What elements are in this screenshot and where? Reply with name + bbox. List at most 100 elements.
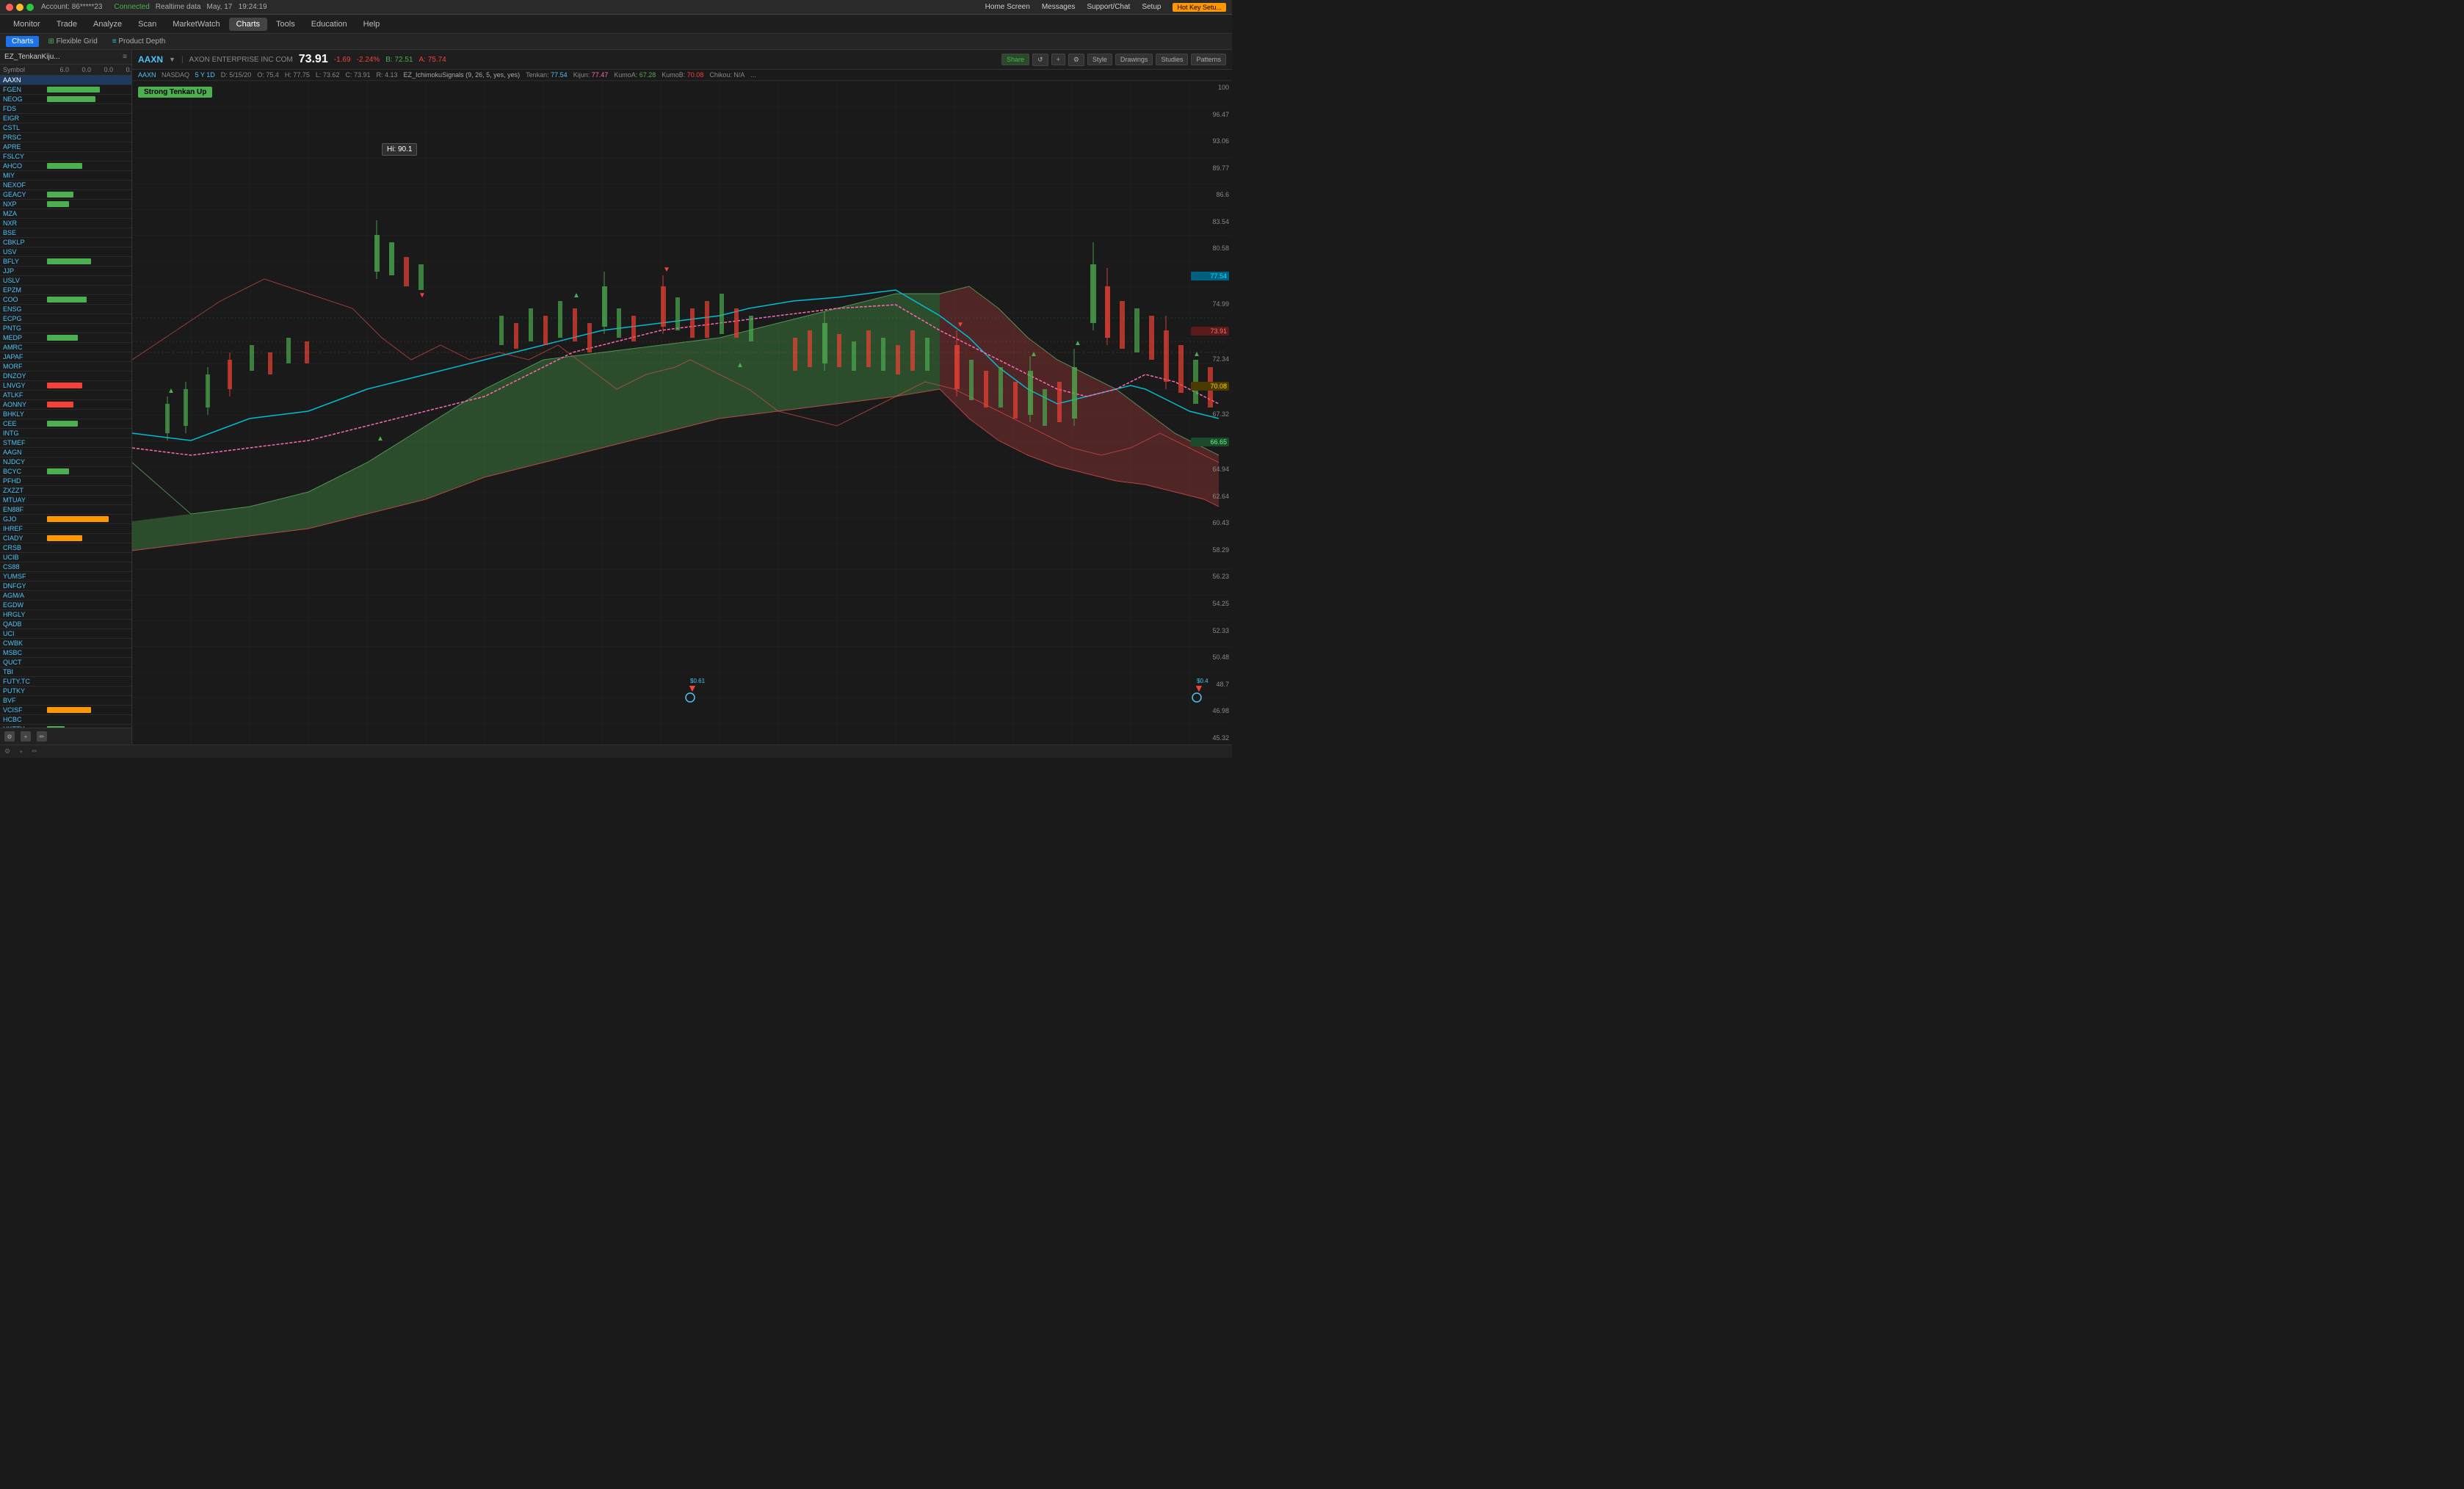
watchlist-row[interactable]: CSTL [0,123,131,133]
watchlist-row[interactable]: AAXN [0,76,131,85]
watchlist-row[interactable]: UCIB [0,553,131,562]
watchlist-row[interactable]: PNTG [0,324,131,333]
watchlist-row[interactable]: AGM/A [0,591,131,601]
watchlist-row[interactable]: MIY [0,171,131,181]
watchlist-row[interactable]: BSE [0,228,131,238]
watchlist-row[interactable]: DNFGY [0,582,131,591]
maximize-window-button[interactable] [26,4,34,11]
menu-item-marketwatch[interactable]: MarketWatch [165,18,227,31]
setup-link[interactable]: Setup [1142,3,1161,12]
watchlist-row[interactable]: CEE [0,419,131,429]
chart-exchange-dropdown[interactable]: ▼ [169,56,175,63]
messages-link[interactable]: Messages [1042,3,1076,12]
home-screen-link[interactable]: Home Screen [985,3,1030,12]
watchlist-row[interactable]: EN88F [0,505,131,515]
watchlist-row[interactable]: NJDCY [0,457,131,467]
watchlist-row[interactable]: NEXOF [0,181,131,190]
watchlist-row[interactable]: ZXZZT [0,486,131,496]
watchlist-row[interactable]: ECPG [0,314,131,324]
sub-menu-item-flexible-grid[interactable]: ⊞ Flexible Grid [42,36,103,47]
watchlist-row[interactable]: PUTKY [0,686,131,696]
watchlist-row[interactable]: NXP [0,200,131,209]
watchlist-row[interactable]: PFHD [0,477,131,486]
watchlist-row[interactable]: TBI [0,667,131,677]
watchlist-row[interactable]: BVF [0,696,131,706]
menu-item-analyze[interactable]: Analyze [86,18,129,31]
watchlist-row[interactable]: BFLY [0,257,131,267]
watchlist-menu-icon[interactable]: ≡ [123,53,127,61]
menu-item-charts[interactable]: Charts [229,18,267,31]
watchlist-row[interactable]: MZA [0,209,131,219]
watchlist-row[interactable]: CS88 [0,562,131,572]
sub-menu-item-charts[interactable]: Charts [6,36,39,47]
watchlist-row[interactable]: FDS [0,104,131,114]
watchlist-row[interactable]: QUCT [0,658,131,667]
watchlist-row[interactable]: BCYC [0,467,131,477]
chart-canvas-wrapper[interactable]: Strong Tenkan Up Hi: 90.1 [132,81,1232,744]
watchlist-row[interactable]: MEDP [0,333,131,343]
watchlist-row[interactable]: CIADY [0,534,131,543]
watchlist-row[interactable]: AMRC [0,343,131,352]
watchlist-row[interactable]: USV [0,247,131,257]
watchlist-body[interactable]: AAXNFGENNEOGFDSEIGRCSTLPRSCAPREFSLCYAHCO… [0,76,131,728]
sub-menu-item-product-depth[interactable]: ≡ Product Depth [106,36,172,47]
watchlist-row[interactable]: CWBK [0,639,131,648]
watchlist-row[interactable]: FSLCY [0,152,131,162]
hot-key-setup-button[interactable]: Hot Key Setu... [1173,3,1226,12]
watchlist-row[interactable]: JAPAF [0,352,131,362]
style-button[interactable]: Style [1087,54,1112,65]
minimize-window-button[interactable] [16,4,23,11]
watchlist-row[interactable]: HRGLY [0,610,131,620]
watchlist-row[interactable]: FUTY.TC [0,677,131,686]
watchlist-row[interactable]: EGDW [0,601,131,610]
watchlist-row[interactable]: AAGN [0,448,131,457]
watchlist-row[interactable]: MSBC [0,648,131,658]
studies-button[interactable]: Studies [1156,54,1188,65]
watchlist-row[interactable]: AHCO [0,162,131,171]
watchlist-row[interactable]: PRSC [0,133,131,142]
watchlist-row[interactable]: CBKLP [0,238,131,247]
watchlist-row[interactable]: NXR [0,219,131,228]
watchlist-row[interactable]: FGEN [0,85,131,95]
watchlist-row[interactable]: COO [0,295,131,305]
support-chat-link[interactable]: Support/Chat [1087,3,1130,12]
menu-item-education[interactable]: Education [304,18,355,31]
watchlist-row[interactable]: YUMSF [0,572,131,582]
bottom-settings-icon[interactable]: ⚙ [4,747,10,756]
drawing-icon[interactable]: ✏ [37,731,47,742]
refresh-button[interactable]: ↺ [1032,54,1048,66]
watchlist-row[interactable]: JJP [0,267,131,276]
settings-button[interactable]: ⚙ [1068,54,1084,66]
menu-item-monitor[interactable]: Monitor [6,18,48,31]
watchlist-row[interactable]: NEOG [0,95,131,104]
add-icon[interactable]: + [21,731,31,742]
compare-button[interactable]: + [1051,54,1065,65]
menu-item-help[interactable]: Help [356,18,388,31]
watchlist-row[interactable]: GEACY [0,190,131,200]
share-button[interactable]: Share [1001,54,1029,65]
watchlist-row[interactable]: QADB [0,620,131,629]
watchlist-row[interactable]: ATLKF [0,391,131,400]
menu-item-trade[interactable]: Trade [49,18,84,31]
watchlist-row[interactable]: STMEF [0,438,131,448]
close-window-button[interactable] [6,4,13,11]
watchlist-row[interactable]: MTUAY [0,496,131,505]
watchlist-row[interactable]: GJO [0,515,131,524]
watchlist-row[interactable]: VCISF [0,706,131,715]
watchlist-row[interactable]: UCI [0,629,131,639]
watchlist-row[interactable]: HCBC [0,715,131,725]
bottom-drawing-icon[interactable]: ✏ [32,747,37,756]
watchlist-row[interactable]: DNZOY [0,372,131,381]
watchlist-row[interactable]: AONNY [0,400,131,410]
bottom-add-icon[interactable]: + [19,748,23,756]
watchlist-row[interactable]: USLV [0,276,131,286]
watchlist-row[interactable]: LNVGY [0,381,131,391]
drawings-button[interactable]: Drawings [1115,54,1153,65]
settings-icon[interactable]: ⚙ [4,731,15,742]
watchlist-row[interactable]: CRSB [0,543,131,553]
watchlist-row[interactable]: BHKLY [0,410,131,419]
watchlist-row[interactable]: IHREF [0,524,131,534]
watchlist-row[interactable]: EIGR [0,114,131,123]
watchlist-row[interactable]: MORF [0,362,131,372]
watchlist-row[interactable]: INTG [0,429,131,438]
